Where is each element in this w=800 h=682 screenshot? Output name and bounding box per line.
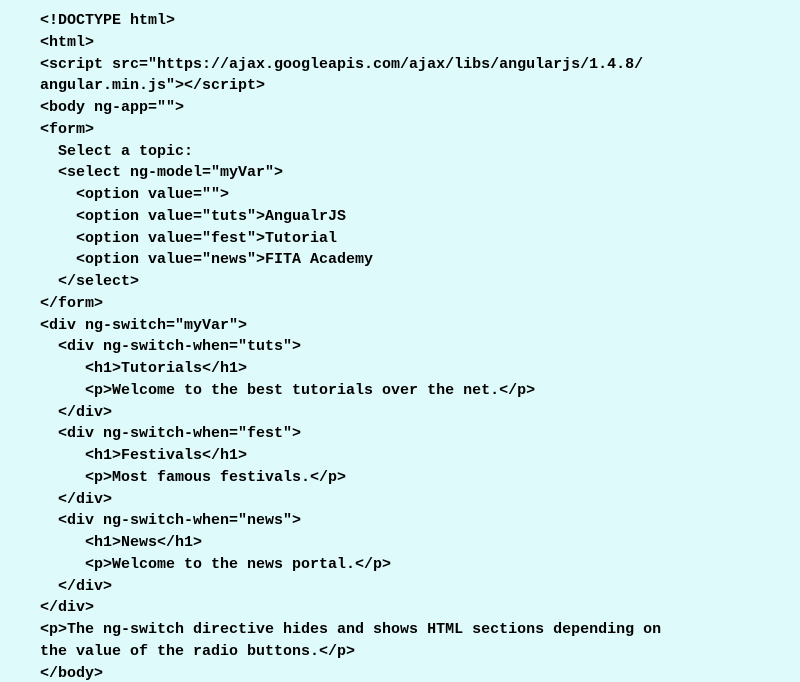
code-text: <!DOCTYPE html> <html> <script src="http… xyxy=(40,12,661,682)
code-block: <!DOCTYPE html> <html> <script src="http… xyxy=(0,0,800,682)
